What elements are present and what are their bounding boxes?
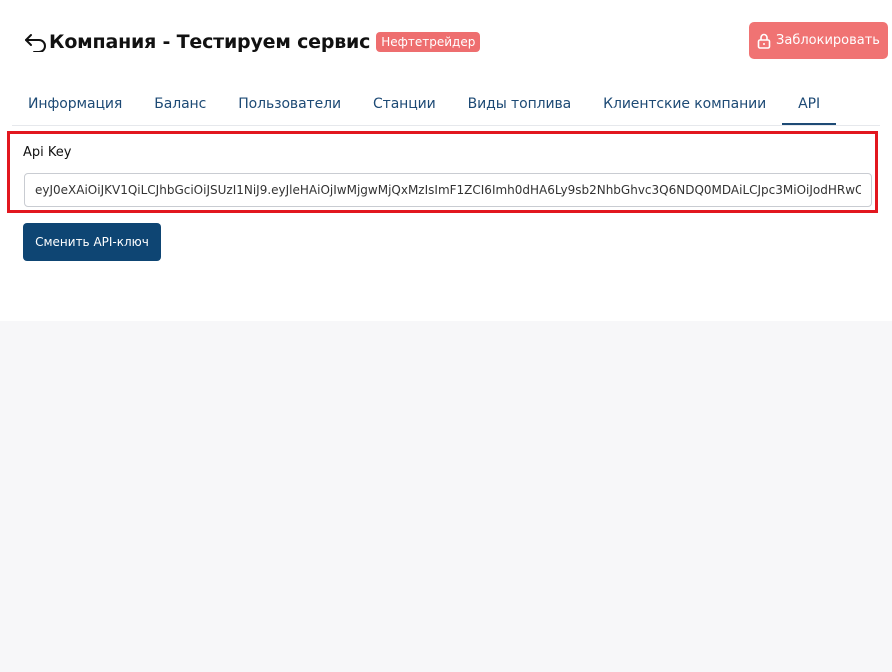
- api-key-input[interactable]: [24, 173, 872, 207]
- tab-balance[interactable]: Баланс: [138, 84, 222, 124]
- change-api-key-button[interactable]: Сменить API-ключ: [23, 223, 161, 261]
- back-arrow-icon[interactable]: [24, 30, 48, 54]
- block-button-label: Заблокировать: [776, 33, 880, 48]
- lock-icon: [757, 33, 771, 49]
- page-header: Компания - Тестируем сервис Нефтетрейдер: [24, 26, 481, 58]
- tab-bar: Информация Баланс Пользователи Станции В…: [12, 84, 836, 126]
- tab-client-companies[interactable]: Клиентские компании: [587, 84, 782, 124]
- tabs-divider: [12, 125, 880, 126]
- page-title: Компания - Тестируем сервис: [49, 31, 371, 53]
- tab-stations[interactable]: Станции: [357, 84, 452, 124]
- tab-information[interactable]: Информация: [12, 84, 138, 124]
- tab-fuel-types[interactable]: Виды топлива: [452, 84, 587, 124]
- block-button[interactable]: Заблокировать: [749, 22, 888, 59]
- tab-users[interactable]: Пользователи: [222, 84, 357, 124]
- api-key-label: Api Key: [23, 145, 72, 160]
- company-type-badge: Нефтетрейдер: [376, 32, 481, 52]
- tab-api[interactable]: API: [782, 84, 836, 125]
